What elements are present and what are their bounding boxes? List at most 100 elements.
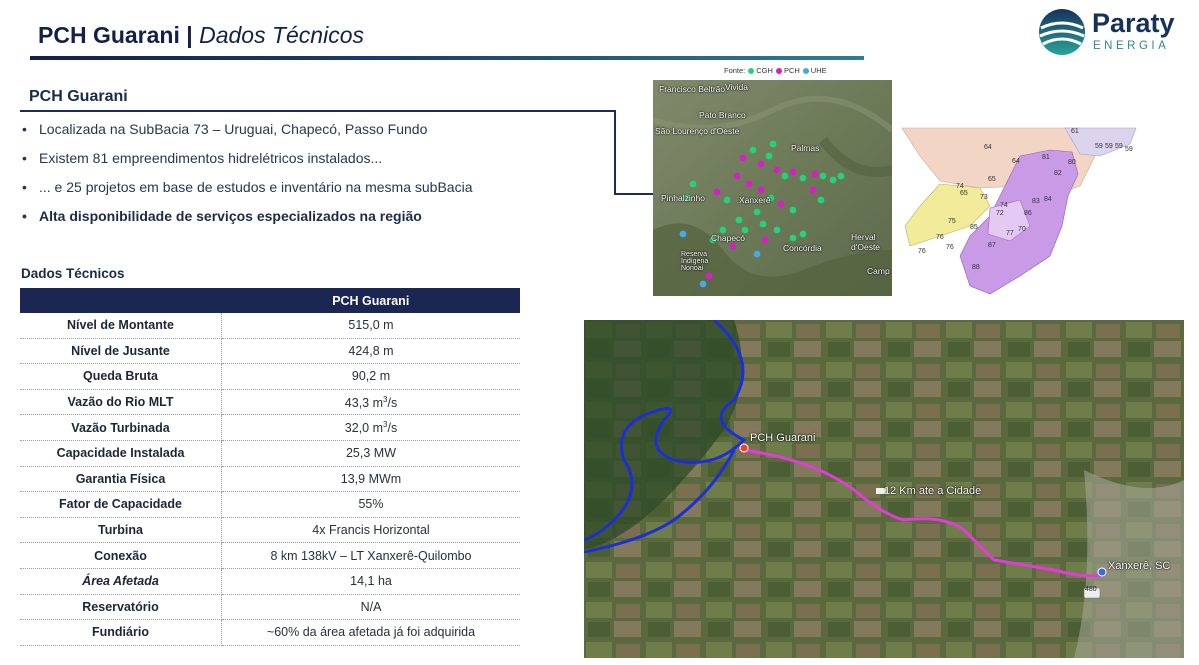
- table-row: Área Afetada 14,1 ha: [20, 568, 520, 595]
- row-value: 13,9 MWm: [221, 466, 520, 493]
- map-marker: [689, 180, 697, 188]
- section-title: PCH Guarani: [29, 88, 128, 105]
- row-value-suffix: /s: [387, 421, 398, 436]
- road-shield: 480: [1085, 586, 1097, 593]
- region-map-image: Francisco Beltrão Vivida Pato Branco São…: [653, 80, 892, 296]
- page-title-bold: PCH Guarani |: [38, 22, 193, 48]
- legend-dot-icon: [748, 68, 755, 75]
- table-row: Capacidade Instalada 25,3 MW: [20, 440, 520, 467]
- row-value: 43,3 m3/s: [221, 389, 520, 416]
- row-value: ~60% da área afetada já foi adquirida: [221, 619, 520, 646]
- map-marker: [753, 250, 761, 258]
- row-label: Conexão: [20, 542, 222, 569]
- row-value-text: 4x Francis Horizontal: [312, 523, 430, 538]
- map-marker: [829, 176, 837, 184]
- subbasin-map-image: 61 64 59 59 59 59 65 64 81 82 80 74 65 7…: [900, 126, 1138, 296]
- map-label: 76: [936, 234, 944, 241]
- map-marker: [765, 152, 773, 160]
- map-label: Reserva Indígena Nonoai: [681, 251, 709, 272]
- table-header-cell: PCH Guarani: [221, 288, 520, 313]
- row-value: 14,1 ha: [221, 568, 520, 595]
- bullet-item: Alta disponibilidade de serviços especia…: [22, 203, 562, 232]
- row-value-text: 515,0 m: [348, 318, 394, 333]
- table-row: Garantia Física 13,9 MWm: [20, 466, 520, 493]
- map-label: 87: [988, 242, 996, 249]
- map-marker: [705, 272, 713, 280]
- table-row: Nível de Montante 515,0 m: [20, 313, 520, 339]
- row-value-text: 25,3 MW: [345, 446, 396, 461]
- map-marker: [699, 280, 707, 288]
- technical-data-table: PCH Guarani Nível de Montante 515,0 m Níve…: [20, 288, 520, 646]
- row-value: 90,2 m: [221, 363, 520, 390]
- bullet-item: Localizada na SubBacia 73 – Uruguai, Cha…: [22, 116, 562, 145]
- map-marker: [809, 186, 817, 194]
- map-marker: [769, 140, 777, 148]
- map-label: 83: [1032, 198, 1040, 205]
- map-marker: [761, 236, 769, 244]
- map-label: 88: [972, 264, 980, 271]
- map-label: 59: [1115, 143, 1123, 150]
- table-body: Nível de Montante 515,0 m Nível de Jusante…: [20, 313, 520, 646]
- map-label: Pato Branco: [699, 110, 746, 120]
- map-label: 59: [1105, 143, 1113, 150]
- map-marker: [819, 172, 827, 180]
- map-label: 74: [956, 183, 964, 190]
- map-marker: [757, 186, 765, 194]
- logo-wordmark: Paraty: [1092, 8, 1175, 38]
- row-label: Capacidade Instalada: [20, 440, 222, 467]
- row-label: Fundiário: [20, 619, 222, 646]
- map-marker: [723, 196, 731, 204]
- legend-label: UHE: [810, 66, 827, 75]
- row-value: 8 km 138kV – LT Xanxerê-Quilombo: [221, 542, 520, 569]
- table-row: Turbina 4x Francis Horizontal: [20, 517, 520, 544]
- map-label: Xanxerê: [739, 195, 771, 205]
- map-label: 85: [970, 224, 978, 231]
- row-label: Turbina: [20, 517, 222, 544]
- row-label: Vazão do Rio MLT: [20, 389, 222, 416]
- row-value: N/A: [221, 594, 520, 621]
- map-label: 84: [1044, 196, 1052, 203]
- map-label: 75: [948, 218, 956, 225]
- legend-label: CGH: [756, 66, 773, 75]
- satellite-route-map-image: PCH Guarani 12 Km ate a Cidade Xanxerê, …: [584, 320, 1184, 658]
- bullet-item: Existem 81 empreendimentos hidrelétricos…: [22, 145, 562, 174]
- table-row: Fator de Capacidade 55%: [20, 491, 520, 518]
- map-label: 64: [1012, 158, 1020, 165]
- map-label: 76: [918, 248, 926, 255]
- page-title: PCH Guarani | Dados Técnicos: [38, 22, 364, 49]
- map-label: 74: [1000, 202, 1008, 209]
- map-marker: [753, 208, 761, 216]
- row-label: Área Afetada: [20, 568, 222, 595]
- row-label: Queda Bruta: [20, 363, 222, 390]
- map-label: Palmas: [791, 143, 820, 153]
- map-label: 65: [988, 176, 996, 183]
- row-label: Vazão Turbinada: [20, 414, 222, 441]
- table-row: Queda Bruta 90,2 m: [20, 363, 520, 390]
- map-label: Chapecó: [711, 233, 746, 243]
- map-label: 73: [980, 194, 988, 201]
- row-value: 25,3 MW: [221, 440, 520, 467]
- table-row: Nível de Jusante 424,8 m: [20, 338, 520, 365]
- map-marker: [729, 242, 737, 250]
- map-label: 64: [984, 144, 992, 151]
- map-legend: Fonte: CGH PCH UHE: [724, 66, 827, 75]
- map-label: 80: [1068, 159, 1076, 166]
- table-row: Vazão Turbinada 32,0 m3/s: [20, 414, 520, 441]
- map-label-city: Xanxerê, SC: [1108, 560, 1171, 572]
- map-label: 82: [1054, 170, 1062, 177]
- map-marker: [777, 200, 785, 208]
- row-value-text: N/A: [360, 599, 382, 614]
- map-label: Herval d'Oeste: [851, 232, 881, 252]
- map-label: 61: [1071, 128, 1079, 135]
- table-row: Reservatório N/A: [20, 594, 520, 621]
- map-label: 86: [1024, 210, 1032, 217]
- map-marker: [799, 174, 807, 182]
- map-marker: [679, 230, 687, 238]
- row-value-text: 8 km 138kV – LT Xanxerê-Quilombo: [270, 548, 472, 563]
- map-label: Francisco Beltrão: [659, 84, 726, 94]
- row-label: Nível de Jusante: [20, 338, 222, 365]
- row-value-text: ~60% da área afetada já foi adquirida: [266, 625, 476, 640]
- row-value-text: 424,8 m: [348, 343, 394, 358]
- legend-dot-icon: [775, 68, 782, 75]
- row-value-text: 13,9 MWm: [340, 471, 402, 486]
